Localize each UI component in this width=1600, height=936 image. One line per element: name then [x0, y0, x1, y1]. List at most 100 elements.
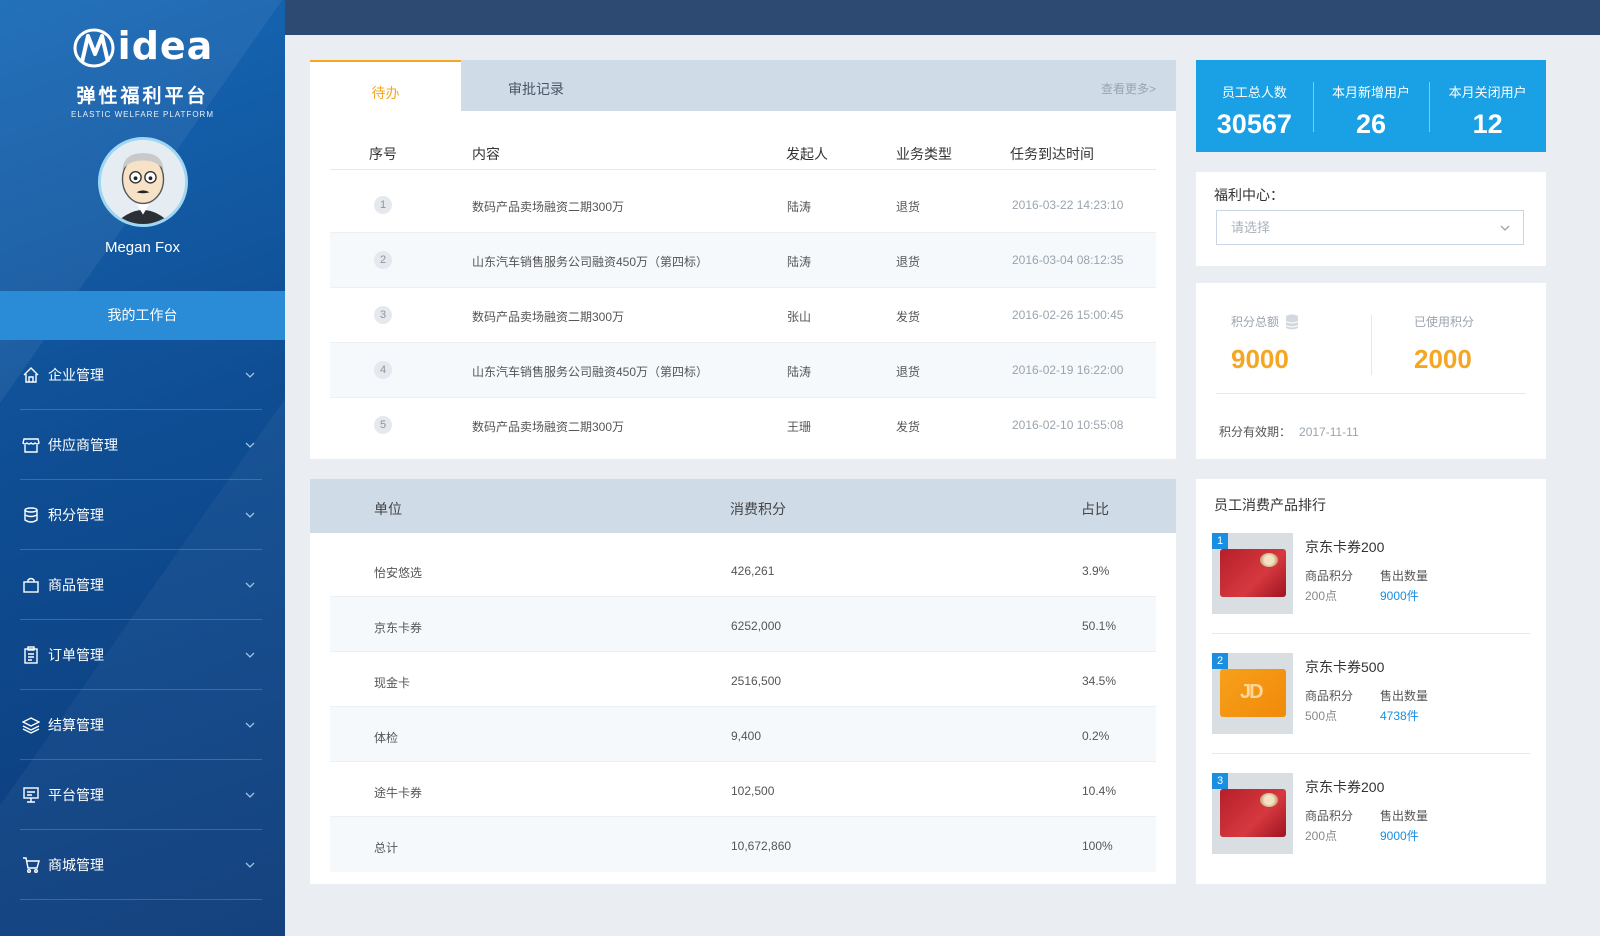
row-time: 2016-02-10 10:55:08	[1012, 418, 1124, 432]
ranking-item[interactable]: 3 京东卡券200 商品积分 售出数量 200点 9000件	[1212, 773, 1530, 893]
workbench-button[interactable]: 我的工作台	[0, 291, 285, 340]
product-points-value: 200点	[1305, 589, 1338, 603]
sidebar-item-points[interactable]: 积分管理	[20, 480, 262, 550]
sidebar-item-orders[interactable]: 订单管理	[20, 620, 262, 690]
row-content: 山东汽车销售服务公司融资450万（第四标）	[472, 255, 709, 269]
select-placeholder: 请选择	[1231, 220, 1271, 235]
product-name: 京东卡券200	[1305, 539, 1385, 555]
row-number: 4	[374, 361, 392, 379]
stat-new-users: 本月新增用户 26	[1312, 60, 1430, 152]
product-sold-label: 售出数量	[1380, 689, 1429, 703]
table-row[interactable]: 途牛卡券 102,500 10.4%	[330, 762, 1156, 817]
rank-badge: 2	[1212, 653, 1228, 669]
row-unit: 现金卡	[374, 676, 411, 690]
consumption-panel: 单位 消费积分 占比 怡安悠选 426,261 3.9% 京东卡券 6252,0…	[310, 479, 1176, 884]
user-name: Megan Fox	[104, 239, 181, 256]
chevron-down-icon	[245, 582, 255, 588]
sidebar-item-settlement[interactable]: 结算管理	[20, 690, 262, 760]
divider	[1216, 393, 1526, 394]
sidebar-item-goods[interactable]: 商品管理	[20, 550, 262, 620]
rank-badge: 1	[1212, 533, 1228, 549]
chevron-down-icon	[245, 862, 255, 868]
row-ratio: 0.2%	[1082, 729, 1110, 743]
row-content: 数码产品卖场融资二期300万	[472, 420, 625, 434]
table-row[interactable]: 3 数码产品卖场融资二期300万 张山 发货 2016-02-26 15:00:…	[330, 288, 1156, 343]
table-row[interactable]: 京东卡券 6252,000 50.1%	[330, 597, 1156, 652]
col-header-type: 业务类型	[896, 146, 952, 162]
product-sold-label: 售出数量	[1380, 809, 1429, 823]
sidebar-item-label: 结算管理	[48, 716, 104, 733]
sidebar-item-mall[interactable]: 商城管理	[20, 830, 262, 900]
midea-logo[interactable]: idea	[72, 20, 214, 72]
table-row[interactable]: 体检 9,400 0.2%	[330, 707, 1156, 762]
top-bar	[285, 0, 1600, 35]
logo-text: idea	[117, 24, 214, 68]
table-row[interactable]: 5 数码产品卖场融资二期300万 王珊 发货 2016-02-10 10:55:…	[330, 398, 1156, 453]
col-header-initiator: 发起人	[786, 146, 828, 162]
ranking-item[interactable]: 1 京东卡券200 商品积分 售出数量 200点 9000件	[1212, 533, 1530, 653]
col-header-time: 任务到达时间	[1010, 146, 1094, 162]
row-type: 发货	[896, 310, 921, 324]
user-stats-panel: 员工总人数 30567 本月新增用户 26 本月关闭用户 12	[1196, 60, 1546, 152]
total-points-label: 积分总额	[1231, 315, 1280, 329]
welfare-center-label: 福利中心：	[1214, 187, 1284, 203]
stat-value: 30567	[1216, 109, 1292, 139]
table-row[interactable]: 1 数码产品卖场融资二期300万 陆涛 退货 2016-03-22 14:23:…	[330, 178, 1156, 233]
avatar[interactable]	[97, 137, 188, 227]
used-points-label: 已使用积分	[1414, 315, 1475, 329]
table-row[interactable]: 现金卡 2516,500 34.5%	[330, 652, 1156, 707]
table-row[interactable]: 4 山东汽车销售服务公司融资450万（第四标） 陆涛 退货 2016-02-19…	[330, 343, 1156, 398]
chevron-down-icon	[245, 652, 255, 658]
points-validity: 积分有效期： 2017-11-11	[1219, 423, 1359, 440]
ranking-item[interactable]: 2 JD 京东卡券500 商品积分 售出数量 500点 4738件	[1212, 653, 1530, 773]
row-points: 6252,000	[731, 619, 782, 633]
product-points-value: 200点	[1305, 829, 1338, 843]
chevron-down-icon	[245, 722, 255, 728]
used-points: 已使用积分 2000	[1414, 313, 1474, 375]
stat-total-employees: 员工总人数 30567	[1196, 60, 1313, 152]
row-number: 5	[374, 416, 392, 434]
row-points: 2516,500	[731, 674, 782, 688]
sidebar-item-supplier[interactable]: 供应商管理	[20, 410, 262, 480]
row-initiator: 王珊	[787, 420, 812, 434]
table-row[interactable]: 2 山东汽车销售服务公司融资450万（第四标） 陆涛 退货 2016-03-04…	[330, 233, 1156, 288]
avatar-cartoon-icon	[100, 140, 185, 224]
bag-icon	[20, 574, 42, 596]
row-ratio: 100%	[1082, 839, 1113, 853]
todo-table-header: 序号 内容 发起人 业务类型 任务到达时间	[330, 112, 1156, 170]
platform-name: 弹性福利平台	[76, 86, 209, 107]
todo-tabs: 待办 审批记录 查看更多>	[310, 60, 1176, 111]
table-row-total[interactable]: 总计 10,672,860 100%	[330, 817, 1156, 872]
row-unit: 京东卡券	[374, 621, 423, 635]
product-sold-value: 9000件	[1380, 829, 1419, 843]
product-sold-value: 4738件	[1380, 709, 1419, 723]
table-row[interactable]: 怡安悠选 426,261 3.9%	[330, 542, 1156, 597]
row-initiator: 陆涛	[787, 255, 812, 269]
chevron-down-icon	[245, 442, 255, 448]
row-unit: 体检	[374, 731, 399, 745]
tab-todo[interactable]: 待办	[310, 60, 461, 111]
col-header-ratio: 占比	[1081, 501, 1109, 517]
chevron-down-icon	[245, 372, 255, 378]
col-header-no: 序号	[369, 146, 397, 162]
row-number: 3	[374, 306, 392, 324]
row-content: 数码产品卖场融资二期300万	[472, 200, 625, 214]
row-content: 山东汽车销售服务公司融资450万（第四标）	[472, 365, 709, 379]
stat-label: 本月新增用户	[1332, 85, 1411, 100]
view-more-link[interactable]: 查看更多>	[1101, 80, 1156, 97]
gift-card-image	[1220, 549, 1286, 597]
product-sold-value: 9000件	[1380, 589, 1419, 603]
tab-approval-records[interactable]: 审批记录	[461, 60, 611, 111]
welfare-center-select[interactable]: 请选择	[1216, 210, 1524, 245]
row-time: 2016-02-19 16:22:00	[1012, 363, 1124, 377]
store-icon	[20, 434, 42, 456]
chevron-down-icon	[1500, 225, 1510, 231]
sidebar-item-label: 订单管理	[48, 646, 104, 663]
sidebar-item-label: 供应商管理	[48, 436, 118, 453]
row-ratio: 34.5%	[1082, 674, 1117, 688]
col-header-unit: 单位	[374, 501, 402, 517]
sidebar-item-label: 商城管理	[48, 856, 104, 873]
sidebar-item-platform[interactable]: 平台管理	[20, 760, 262, 830]
sidebar-item-enterprise[interactable]: 企业管理	[20, 340, 262, 410]
product-points-label: 商品积分	[1305, 809, 1354, 823]
